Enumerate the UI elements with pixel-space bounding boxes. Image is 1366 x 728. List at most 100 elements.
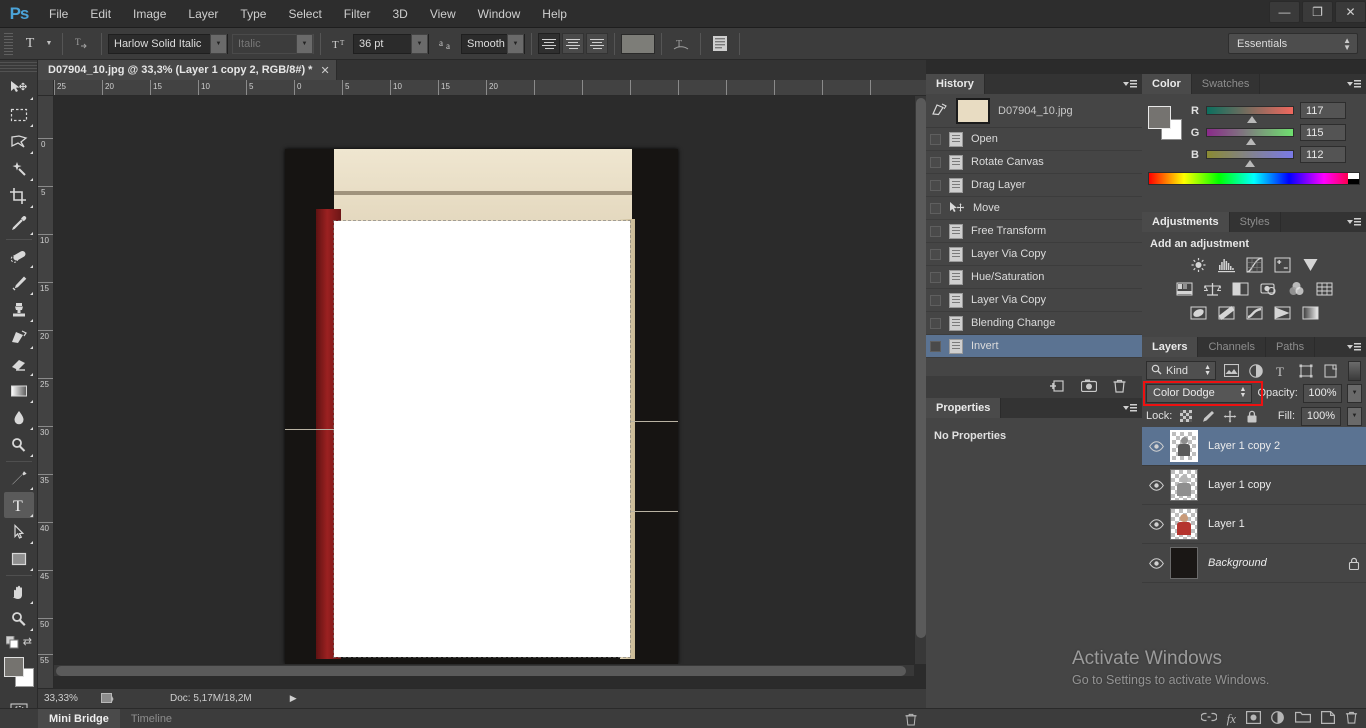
history-state-invert[interactable]: Invert [926, 335, 1142, 358]
tab-history[interactable]: History [926, 74, 985, 94]
zoom-level[interactable]: 33,33% [38, 693, 96, 704]
layer-name[interactable]: Layer 1 copy 2 [1198, 440, 1366, 452]
default-colors-icon[interactable] [5, 635, 19, 652]
link-layers-icon[interactable] [1199, 711, 1218, 726]
foreground-color-swatch[interactable] [1148, 106, 1171, 129]
clone-stamp-tool[interactable] [4, 297, 34, 323]
layer-thumbnail[interactable] [1170, 430, 1198, 462]
status-expand-icon[interactable]: ▶ [290, 693, 297, 704]
history-brush-tool[interactable] [4, 324, 34, 350]
brightness-contrast-icon[interactable] [1188, 256, 1208, 274]
type-layers-icon[interactable]: T [1271, 361, 1291, 381]
levels-icon[interactable] [1216, 256, 1236, 274]
font-style-select[interactable]: Italic ▼ [232, 33, 314, 54]
smart-object-icon[interactable] [1321, 361, 1341, 381]
layer-name[interactable]: Layer 1 copy [1198, 479, 1366, 491]
lock-transparency-icon[interactable] [1178, 408, 1194, 424]
layer-row-layer-1[interactable]: Layer 1 [1142, 505, 1366, 544]
align-left-button[interactable] [538, 33, 560, 54]
text-color-swatch[interactable] [621, 33, 655, 54]
history-brush-checkbox[interactable] [930, 202, 941, 214]
layer-thumbnail[interactable] [1170, 469, 1198, 501]
history-brush-checkbox[interactable] [930, 294, 941, 306]
adjustment-layers-icon[interactable] [1246, 361, 1266, 381]
panel-menu-icon[interactable] [1347, 78, 1361, 90]
green-value[interactable]: 115 [1300, 124, 1346, 141]
adjustment-layer-icon[interactable] [1271, 710, 1285, 727]
scrollbar-thumb[interactable] [916, 98, 926, 638]
filter-enable-toggle[interactable] [1348, 360, 1361, 381]
menu-filter[interactable]: Filter [333, 0, 382, 28]
tab-layers[interactable]: Layers [1142, 337, 1199, 357]
ruler-corner[interactable] [38, 80, 54, 96]
layer-row-background[interactable]: Background [1142, 544, 1366, 583]
layer-visibility-icon[interactable] [1142, 518, 1170, 530]
font-size-select[interactable]: 36 pt ▼ [353, 33, 429, 54]
shape-layers-icon[interactable] [1296, 361, 1316, 381]
rectangle-tool[interactable] [4, 546, 34, 572]
history-state-layer-via-copy-1[interactable]: Layer Via Copy [926, 243, 1142, 266]
vibrance-icon[interactable] [1300, 256, 1320, 274]
gradient-tool[interactable] [4, 378, 34, 404]
layer-thumbnail[interactable] [1170, 547, 1198, 579]
options-bar-grip[interactable] [4, 32, 13, 55]
chevron-down-icon[interactable]: ▼ [42, 33, 56, 55]
type-tool[interactable]: T [3, 492, 34, 518]
swap-colors-icon[interactable]: ⇄ [23, 635, 32, 648]
chevron-down-icon[interactable]: ▼ [296, 33, 313, 54]
text-orientation-icon[interactable]: T [69, 33, 95, 55]
new-snapshot-icon[interactable] [1080, 379, 1098, 395]
history-snapshot-row[interactable]: D07904_10.jpg [926, 94, 1142, 128]
black-white-icon[interactable] [1230, 280, 1250, 298]
layer-visibility-icon[interactable] [1142, 440, 1170, 452]
red-slider[interactable] [1206, 106, 1294, 123]
gradient-map-icon[interactable] [1300, 304, 1320, 322]
menu-file[interactable]: File [38, 0, 79, 28]
chevron-down-icon[interactable]: ▼ [1347, 383, 1362, 403]
horizontal-scrollbar[interactable] [54, 664, 914, 676]
color-spectrum-ramp[interactable] [1148, 172, 1360, 185]
scrollbar-thumb[interactable] [56, 666, 906, 676]
document-tab[interactable]: D07904_10.jpg @ 33,3% (Layer 1 copy 2, R… [38, 60, 337, 80]
history-brush-checkbox[interactable] [930, 179, 941, 191]
vertical-scrollbar[interactable] [914, 96, 926, 664]
chevron-down-icon[interactable]: ▼ [507, 33, 524, 54]
history-brush-checkbox[interactable] [930, 133, 941, 145]
brush-tool[interactable] [4, 270, 34, 296]
hue-saturation-icon[interactable] [1174, 280, 1194, 298]
green-slider[interactable] [1206, 128, 1294, 145]
hand-tool[interactable] [4, 579, 34, 605]
photo-filter-icon[interactable] [1258, 280, 1278, 298]
menu-edit[interactable]: Edit [79, 0, 122, 28]
white-black-swatches[interactable] [1348, 173, 1359, 184]
fx-icon[interactable]: fx [1227, 711, 1236, 727]
layer-thumbnail[interactable] [1170, 508, 1198, 540]
dodge-tool[interactable] [4, 432, 34, 458]
layer-name[interactable]: Layer 1 [1198, 518, 1366, 530]
history-state-free-transform[interactable]: Free Transform [926, 220, 1142, 243]
minimize-button[interactable]: — [1269, 1, 1300, 23]
menu-select[interactable]: Select [277, 0, 332, 28]
opacity-value[interactable]: 100% [1302, 383, 1343, 403]
history-state-hue-saturation[interactable]: Hue/Saturation [926, 266, 1142, 289]
lock-all-icon[interactable] [1244, 408, 1260, 424]
history-brush-checkbox[interactable] [930, 248, 941, 260]
blur-tool[interactable] [4, 405, 34, 431]
exposure-icon[interactable] [1272, 256, 1292, 274]
tab-swatches[interactable]: Swatches [1192, 74, 1261, 94]
document-info[interactable]: Doc: 5,17M/18,2M [118, 693, 252, 704]
align-right-button[interactable] [586, 33, 608, 54]
delete-layer-icon[interactable] [1345, 711, 1358, 727]
lock-position-icon[interactable] [1222, 408, 1238, 424]
fill-value[interactable]: 100% [1301, 406, 1341, 426]
history-state-rotate-canvas[interactable]: Rotate Canvas [926, 151, 1142, 174]
channel-mixer-icon[interactable] [1286, 280, 1306, 298]
menu-layer[interactable]: Layer [177, 0, 229, 28]
red-value[interactable]: 117 [1300, 102, 1346, 119]
curves-icon[interactable] [1244, 256, 1264, 274]
document-thumbnail-icon[interactable] [96, 692, 118, 705]
toolbox-grip[interactable] [0, 62, 37, 72]
chevron-down-icon[interactable]: ▼ [411, 33, 428, 54]
new-group-icon[interactable] [1295, 711, 1311, 726]
layer-visibility-icon[interactable] [1142, 479, 1170, 491]
